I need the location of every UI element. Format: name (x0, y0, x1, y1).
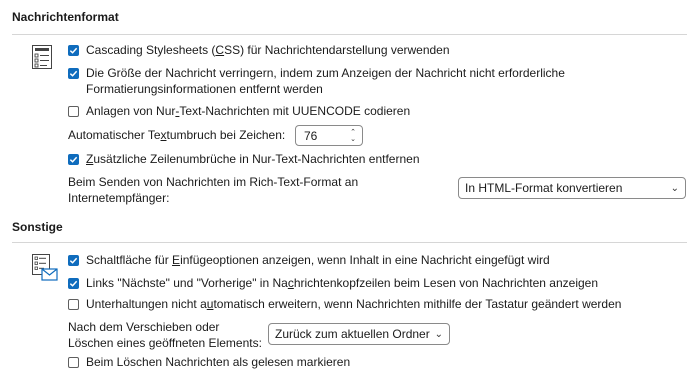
paste-options-label: Schaltfläche für Einfügeoptionen anzeige… (86, 253, 550, 267)
reduce-size-label-line1: Die Größe der Nachricht verringern, inde… (86, 66, 565, 80)
links-label: Links "Nächste" und "Vorherige" in Nachr… (86, 276, 599, 290)
extra-breaks-option[interactable]: Zusätzliche Zeilenumbrüche in Nur-Text-N… (68, 152, 420, 166)
links-checkbox[interactable] (68, 277, 79, 289)
extra-breaks-checkbox[interactable] (68, 153, 79, 165)
section-divider (12, 242, 687, 243)
rtf-label-line1: Beim Senden von Nachrichten im Rich-Text… (68, 175, 359, 189)
css-label: Cascading Stylesheets (CSS) für Nachrich… (86, 43, 450, 57)
rtf-conversion-value: In HTML-Format konvertieren (465, 181, 623, 195)
paste-options-checkbox[interactable] (68, 254, 79, 266)
expand-option[interactable]: Unterhaltungen nicht automatisch erweite… (68, 297, 621, 311)
expand-checkbox[interactable] (68, 298, 79, 310)
wrap-chars-value[interactable]: 76 (296, 129, 348, 143)
after-move-value: Zurück zum aktuellen Ordner (275, 327, 430, 341)
reduce-size-option[interactable]: Die Größe der Nachricht verringern, inde… (68, 66, 565, 80)
section-title-other: Sonstige (12, 220, 63, 234)
mark-read-checkbox[interactable] (68, 356, 79, 368)
after-move-label-line2: Löschen eines geöffneten Elements: (68, 336, 262, 350)
expand-label: Unterhaltungen nicht automatisch erweite… (86, 297, 622, 311)
reduce-size-checkbox[interactable] (68, 67, 79, 79)
reduce-size-label-line2: Formatierungsinformationen entfernt werd… (86, 82, 323, 96)
message-format-icon (32, 45, 52, 69)
uuencode-label: Anlagen von Nur-Text-Nachrichten mit UUE… (86, 104, 411, 118)
after-move-label-line1: Nach dem Verschieben oder (68, 320, 220, 334)
section-divider (12, 34, 687, 35)
uuencode-checkbox[interactable] (68, 105, 79, 117)
rtf-label-line2: Internetempfänger: (68, 191, 170, 205)
wrap-chars-spinner[interactable]: 76 ⌃ ⌄ (295, 125, 363, 146)
extra-breaks-label: Zusätzliche Zeilenumbrüche in Nur-Text-N… (86, 152, 420, 166)
rtf-conversion-select[interactable]: In HTML-Format konvertieren ⌄ (458, 177, 686, 199)
section-title-message-format: Nachrichtenformat (12, 10, 119, 24)
paste-options-option[interactable]: Schaltfläche für Einfügeoptionen anzeige… (68, 253, 550, 267)
spinner-up-icon[interactable]: ⌃ (350, 129, 356, 136)
css-option[interactable]: Cascading Stylesheets (CSS) für Nachrich… (68, 43, 450, 57)
spinner-down-icon[interactable]: ⌄ (350, 136, 356, 143)
css-checkbox[interactable] (68, 44, 79, 56)
chevron-down-icon: ⌄ (434, 328, 443, 340)
wrap-label: Automatischer Textumbruch bei Zeichen: (68, 128, 286, 142)
after-move-select[interactable]: Zurück zum aktuellen Ordner ⌄ (268, 323, 450, 345)
other-options-icon (32, 254, 58, 281)
mark-read-option[interactable]: Beim Löschen Nachrichten als gelesen mar… (68, 355, 350, 369)
mark-read-label: Beim Löschen Nachrichten als gelesen mar… (86, 355, 351, 369)
chevron-down-icon: ⌄ (670, 182, 679, 194)
uuencode-option[interactable]: Anlagen von Nur-Text-Nachrichten mit UUE… (68, 104, 410, 118)
links-option[interactable]: Links "Nächste" und "Vorherige" in Nachr… (68, 276, 598, 290)
